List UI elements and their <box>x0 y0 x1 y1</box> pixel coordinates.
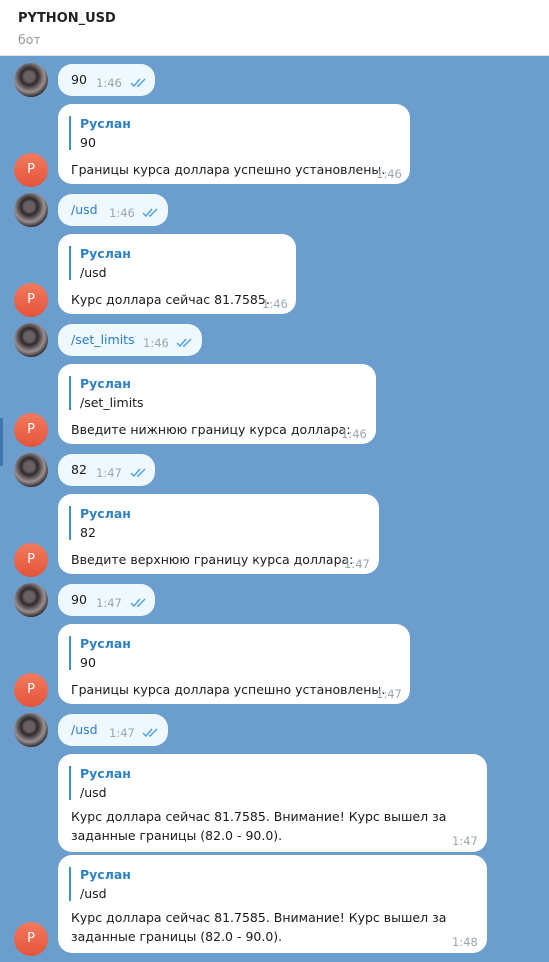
read-checkmarks-icon <box>130 78 148 88</box>
message-text: /usd <box>71 722 98 737</box>
message-text: 90 <box>71 592 87 607</box>
read-checkmarks-icon <box>142 728 160 738</box>
reply-author: Руслан <box>80 246 131 261</box>
outgoing-message[interactable]: /usd 1:46 <box>58 194 168 226</box>
user-avatar[interactable] <box>14 193 48 227</box>
incoming-message[interactable]: Руслан 90 Границы курса доллара успешно … <box>58 624 410 704</box>
reply-text: /usd <box>80 785 107 800</box>
reply-text: /usd <box>80 265 107 280</box>
bot-avatar[interactable]: Р <box>14 543 48 577</box>
read-checkmarks-icon <box>130 468 148 478</box>
reply-quote[interactable]: Руслан /usd <box>69 867 131 901</box>
message-text: Введите верхнюю границу курса доллара: <box>71 552 354 567</box>
incoming-message[interactable]: Руслан /usd Курс доллара сейчас 81.7585.… <box>58 855 487 953</box>
outgoing-message[interactable]: 90 1:47 <box>58 584 155 616</box>
message-text: 90 <box>71 72 87 87</box>
message-text-line: Курс доллара сейчас 81.7585. Внимание! К… <box>71 910 447 925</box>
message-time: 1:46 <box>341 427 367 441</box>
reply-author: Руслан <box>80 766 131 781</box>
outgoing-message[interactable]: /set_limits 1:46 <box>58 324 202 356</box>
message-text: Границы курса доллара успешно установлен… <box>71 162 386 177</box>
user-avatar[interactable] <box>14 63 48 97</box>
incoming-message[interactable]: Руслан 82 Введите верхнюю границу курса … <box>58 494 379 574</box>
message-time: 1:46 <box>143 336 169 350</box>
reply-quote[interactable]: Руслан /set_limits <box>69 376 144 410</box>
outgoing-message[interactable]: 82 1:47 <box>58 454 155 486</box>
read-checkmarks-icon <box>142 208 160 218</box>
message-text: Курс доллара сейчас 81.7585. Внимание! К… <box>71 807 446 845</box>
message-text: Курс доллара сейчас 81.7585. <box>71 292 270 307</box>
bot-avatar[interactable]: Р <box>14 413 48 447</box>
bot-avatar[interactable]: Р <box>14 283 48 317</box>
chat-header[interactable]: PYTHON_USD бот <box>0 0 549 56</box>
message-time: 1:47 <box>452 834 478 848</box>
reply-author: Руслан <box>80 376 131 391</box>
message-text-line: заданные границы (82.0 - 90.0). <box>71 929 283 944</box>
chat-title: PYTHON_USD <box>18 11 116 26</box>
message-time: 1:47 <box>96 466 122 480</box>
chat-subtitle: бот <box>18 32 41 47</box>
reply-author: Руслан <box>80 506 131 521</box>
reply-quote[interactable]: Руслан /usd <box>69 246 131 280</box>
reply-author: Руслан <box>80 867 131 882</box>
outgoing-message[interactable]: 90 1:46 <box>58 64 155 96</box>
message-text: Границы курса доллара успешно установлен… <box>71 682 386 697</box>
read-checkmarks-icon <box>130 598 148 608</box>
reply-author: Руслан <box>80 116 131 131</box>
message-time: 1:46 <box>376 167 402 181</box>
reply-text: 82 <box>80 525 96 540</box>
message-text: /set_limits <box>71 332 135 347</box>
reply-text: /usd <box>80 886 107 901</box>
reply-quote[interactable]: Руслан 90 <box>69 116 131 150</box>
user-avatar[interactable] <box>14 323 48 357</box>
message-time: 1:46 <box>262 297 288 311</box>
message-text: 82 <box>71 462 87 477</box>
message-time: 1:46 <box>96 76 122 90</box>
bot-avatar[interactable]: Р <box>14 153 48 187</box>
message-time: 1:47 <box>344 557 370 571</box>
message-time: 1:47 <box>109 726 135 740</box>
message-time: 1:46 <box>109 206 135 220</box>
reply-quote[interactable]: Руслан /usd <box>69 766 131 800</box>
message-time: 1:48 <box>452 935 478 949</box>
reply-text: /set_limits <box>80 395 144 410</box>
reply-text: 90 <box>80 135 96 150</box>
reply-text: 90 <box>80 655 96 670</box>
incoming-message[interactable]: Руслан /usd Курс доллара сейчас 81.7585.… <box>58 754 487 852</box>
user-avatar[interactable] <box>14 713 48 747</box>
message-text: Введите нижнюю границу курса доллара: <box>71 422 351 437</box>
bot-avatar[interactable]: Р <box>14 922 48 956</box>
message-text: Курс доллара сейчас 81.7585. Внимание! К… <box>71 908 446 946</box>
bot-avatar[interactable]: Р <box>14 673 48 707</box>
reply-author: Руслан <box>80 636 131 651</box>
message-text-line: Курс доллара сейчас 81.7585. Внимание! К… <box>71 809 447 824</box>
scroll-indicator <box>0 418 3 466</box>
incoming-message[interactable]: Руслан /set_limits Введите нижнюю границ… <box>58 364 376 444</box>
incoming-message[interactable]: Руслан /usd Курс доллара сейчас 81.7585.… <box>58 234 296 314</box>
read-checkmarks-icon <box>176 338 194 348</box>
reply-quote[interactable]: Руслан 82 <box>69 506 131 540</box>
outgoing-message[interactable]: /usd 1:47 <box>58 714 168 746</box>
incoming-message[interactable]: Руслан 90 Границы курса доллара успешно … <box>58 104 410 184</box>
user-avatar[interactable] <box>14 453 48 487</box>
message-list[interactable]: 90 1:46 Р Руслан 90 Границы курса доллар… <box>0 56 549 962</box>
message-text: /usd <box>71 202 98 217</box>
reply-quote[interactable]: Руслан 90 <box>69 636 131 670</box>
message-text-line: заданные границы (82.0 - 90.0). <box>71 828 283 843</box>
message-time: 1:47 <box>376 687 402 701</box>
user-avatar[interactable] <box>14 583 48 617</box>
message-time: 1:47 <box>96 596 122 610</box>
